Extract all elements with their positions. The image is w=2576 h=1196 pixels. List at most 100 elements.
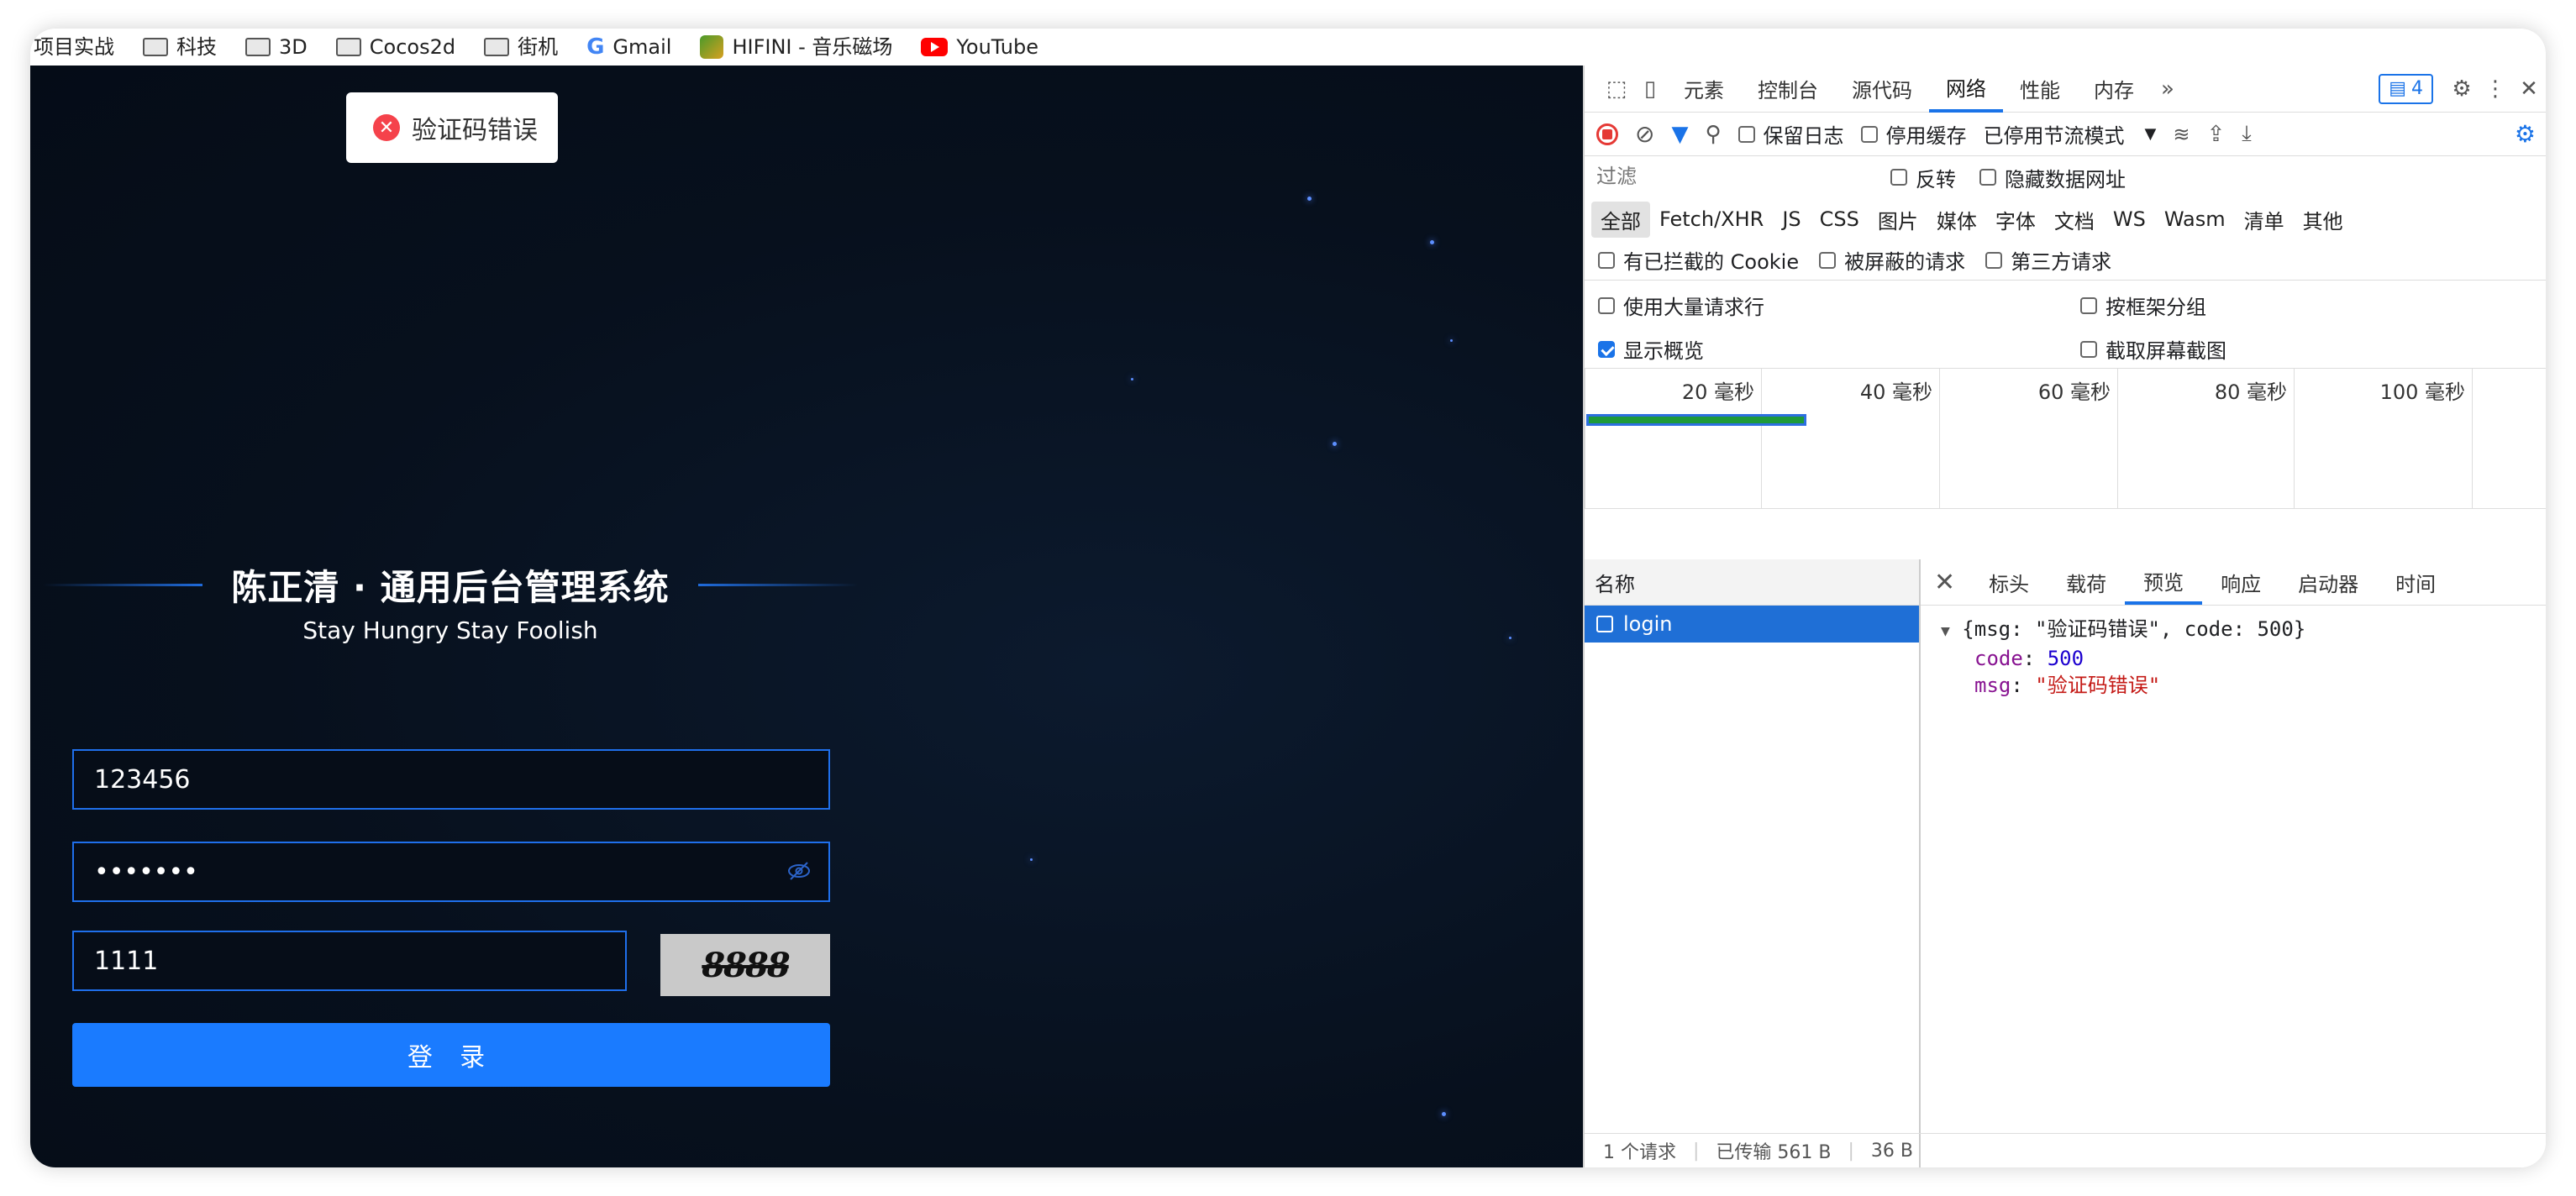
upload-icon[interactable]: ⇪ [2206,122,2225,147]
json-summary-row[interactable]: ▼ {msg: "验证码错误", code: 500} [1941,616,2526,645]
checkbox-label: 截取屏幕截图 [2105,339,2226,363]
extra-filters-row: 有已拦截的 Cookie 被屏蔽的请求 第三方请求 [1585,240,2546,281]
expand-triangle-icon[interactable]: ▼ [1941,622,1950,640]
type-filter-manifest[interactable]: 清单 [2235,202,2294,238]
timeline-gridline [2472,369,2473,508]
tab-preview[interactable]: 预览 [2125,559,2203,605]
clear-icon[interactable]: ⊘ [1635,120,1654,148]
chevron-down-icon: ▼ [2144,125,2157,143]
username-input[interactable]: 123456 [72,749,830,810]
eye-hidden-icon[interactable] [786,858,812,884]
network-overview-timeline[interactable]: 20 毫秒 40 毫秒 60 毫秒 80 毫秒 100 毫秒 [1585,369,2546,509]
bookmark-item[interactable]: G Gmail [586,29,671,66]
status-transferred: 已传输 561 B [1716,1142,1832,1163]
devtools-tabbar: ⬚ ▯ 元素 控制台 源代码 网络 性能 内存 » ▤ 4 ⚙ ⋮ ✕ [1585,66,2546,113]
inspect-element-icon[interactable]: ⬚ [1600,76,1633,102]
toast-message: 验证码错误 [412,116,538,145]
bookmark-item[interactable]: Cocos2d [335,29,455,66]
tab-response[interactable]: 响应 [2202,559,2279,605]
checkbox-label: 反转 [1916,167,1956,191]
hide-data-urls-checkbox[interactable]: 隐藏数据网址 [1979,163,2126,192]
network-conditions-icon[interactable]: ≋ [2173,123,2190,146]
type-filter-fetch-xhr[interactable]: Fetch/XHR [1650,204,1773,234]
group-by-frame-checkbox[interactable]: 按框架分组 [2080,291,2206,320]
type-filter-media[interactable]: 媒体 [1927,202,1986,238]
tab-network[interactable]: 网络 [1929,66,2003,113]
star-decoration [1509,637,1511,639]
bookmark-item[interactable]: 科技 [143,29,217,66]
folder-icon [335,38,361,56]
request-row[interactable]: login [1585,606,1919,643]
filter-icon[interactable]: ▼ [1671,122,1688,147]
bookmark-item[interactable]: 项目实战 [34,29,114,66]
folder-icon [143,38,168,56]
type-filter-ws[interactable]: WS [2104,204,2155,234]
checkbox-label: 显示概览 [1623,339,1704,363]
invert-checkbox[interactable]: 反转 [1890,163,1956,192]
large-rows-checkbox[interactable]: 使用大量请求行 [1598,291,1764,320]
captcha-input[interactable]: 1111 [72,931,627,991]
show-overview-checkbox[interactable]: 显示概览 [1598,334,1704,364]
checkbox-box [2080,340,2097,358]
star-decoration [1430,240,1434,244]
tab-initiator[interactable]: 启动器 [2279,559,2377,605]
third-party-checkbox[interactable]: 第三方请求 [1985,245,2111,275]
close-detail-icon[interactable]: ✕ [1934,568,1955,597]
login-button[interactable]: 登 录 [72,1023,830,1087]
checkbox-box [1737,125,1755,143]
bookmark-item[interactable]: HIFINI - 音乐磁场 [700,29,892,66]
throttling-select[interactable]: 已停用节流模式 ▼ [1984,119,2157,149]
tab-payload[interactable]: 载荷 [2048,559,2125,605]
error-icon: ✕ [373,114,400,141]
bookmark-item[interactable]: YouTube [921,29,1038,66]
bookmark-label: YouTube [956,35,1039,59]
type-filter-all[interactable]: 全部 [1591,201,1650,238]
message-icon: ▤ [2389,78,2406,99]
type-filter-font[interactable]: 字体 [1986,202,2045,238]
type-filter-other[interactable]: 其他 [2294,202,2353,238]
capture-screenshots-checkbox[interactable]: 截取屏幕截图 [2080,334,2226,364]
device-toolbar-icon[interactable]: ▯ [1633,76,1667,102]
kebab-menu-icon[interactable]: ⋮ [2479,76,2512,102]
more-tabs-icon[interactable]: » [2151,76,2184,102]
timeline-gridline [2117,369,2118,508]
disable-cache-checkbox[interactable]: 停用缓存 [1860,119,1967,149]
tab-elements[interactable]: 元素 [1667,66,1741,113]
download-icon[interactable]: ⤓ [2242,121,2252,147]
filter-input[interactable] [1596,163,1867,191]
search-icon[interactable]: ⚲ [1705,122,1721,147]
tab-console[interactable]: 控制台 [1741,66,1835,113]
close-icon[interactable]: ✕ [2512,76,2546,102]
network-split-view: 名称 login ✕ 标头 载荷 预览 响应 启动器 时间 ▼ {msg: "验… [1585,559,2546,1167]
bookmark-item[interactable]: 3D [245,29,308,66]
gear-icon[interactable]: ⚙ [2445,76,2479,102]
blocked-requests-checkbox[interactable]: 被屏蔽的请求 [1819,245,1965,275]
request-type-icon [1596,616,1613,632]
tab-sources[interactable]: 源代码 [1835,66,1929,113]
network-settings-gear-icon[interactable]: ⚙ [2515,120,2536,148]
tab-performance[interactable]: 性能 [2003,66,2077,113]
type-filter-wasm[interactable]: Wasm [2155,204,2235,234]
bookmarks-bar: 项目实战 科技 3D Cocos2d 街机 G Gmail HIFINI - 音乐… [30,29,2546,66]
type-filter-js[interactable]: JS [1773,204,1810,234]
tab-headers[interactable]: 标头 [1970,559,2048,605]
star-decoration [1450,339,1453,342]
timeline-gridline [1939,369,1940,508]
messages-badge[interactable]: ▤ 4 [2379,73,2433,104]
blocked-cookies-checkbox[interactable]: 有已拦截的 Cookie [1598,245,1799,275]
preserve-log-checkbox[interactable]: 保留日志 [1737,119,1844,149]
timeline-label: 40 毫秒 [1859,380,1932,404]
timeline-label: 60 毫秒 [2037,380,2111,404]
login-page: ✕ 验证码错误 陈正清 · 通用后台管理系统 Stay Hungry Stay … [30,66,1583,1167]
type-filter-doc[interactable]: 文档 [2045,202,2104,238]
password-input[interactable]: ••••••• [72,842,830,902]
captcha-image[interactable]: 8888 [660,934,830,996]
throttling-value: 已停用节流模式 [1983,124,2125,148]
type-filter-img[interactable]: 图片 [1869,202,1927,238]
name-column-header[interactable]: 名称 [1585,559,1919,606]
bookmark-item[interactable]: 街机 [484,29,558,66]
tab-memory[interactable]: 内存 [2077,66,2151,113]
record-icon[interactable] [1596,123,1618,145]
tab-timing[interactable]: 时间 [2377,559,2454,605]
type-filter-css[interactable]: CSS [1811,204,1869,234]
